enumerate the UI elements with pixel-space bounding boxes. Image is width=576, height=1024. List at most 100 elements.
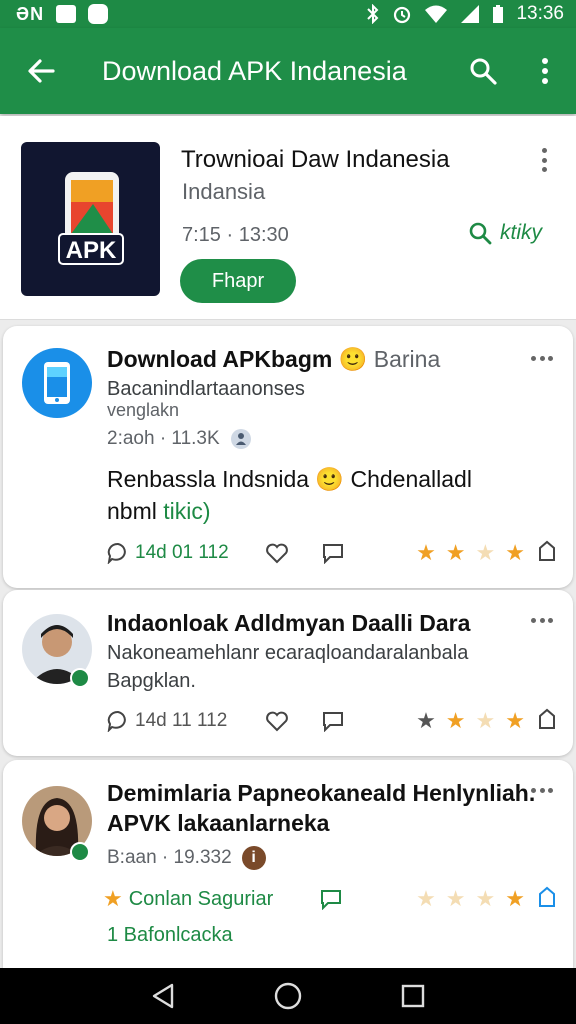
bookmark-button[interactable] — [537, 886, 557, 913]
star-icon: ★ — [416, 886, 436, 911]
system-nav-bar — [0, 968, 576, 1024]
status-bar: ƏN 13:36 — [0, 0, 576, 28]
nav-recents-button[interactable] — [389, 972, 437, 1020]
bookmark-icon — [539, 886, 555, 907]
bookmark-button[interactable] — [537, 708, 557, 735]
post-more-button[interactable] — [531, 356, 553, 362]
comment-count: 14d 11 112 — [135, 710, 228, 731]
verified-badge-icon — [70, 668, 90, 688]
post-author-extra: Barina — [373, 346, 441, 372]
post-actions: ★ Conlan Saguriar ★ ★ ★ ★ — [103, 884, 557, 914]
star-icon: ★ — [103, 886, 123, 911]
comment-button[interactable]: 14d 01 112 — [107, 542, 249, 564]
square-recents-icon — [402, 984, 425, 1008]
post-body-1: Renbassla Indsnida 🙂 Chdenalladl — [107, 466, 472, 493]
rating-stars: ★ ★ ★ ★ — [416, 710, 525, 732]
smile-emoji-icon: 🙂 — [315, 466, 345, 492]
app-icon[interactable]: APK — [21, 142, 160, 296]
more-vert-icon — [542, 58, 548, 84]
star-icon: ★ — [445, 886, 466, 911]
post-body-text: Renbassla Indsnida — [107, 466, 310, 492]
app-bar-title: Download APK Indanesia — [102, 55, 407, 86]
post-author-name-2: APVK lakaanlarneka — [107, 810, 330, 836]
bluetooth-icon — [367, 4, 379, 24]
post-card: Download APKbagm 🙂 Barina Bacanindlartaa… — [3, 326, 573, 588]
post-card: Demimlaria Papneokaneald Henlynliah. APV… — [3, 760, 573, 968]
arrow-back-icon — [28, 59, 55, 83]
info-icon: i — [241, 846, 266, 870]
post-meta-text: 2:aoh · 11.3K — [107, 428, 220, 449]
wifi-icon — [425, 5, 448, 23]
post-line-2: venglakn — [107, 400, 180, 420]
signal-icon — [461, 5, 480, 23]
chat-icon — [323, 712, 343, 732]
post-actions: 14d 01 112 ★ ★ ★ ★ — [107, 538, 557, 568]
post-link-label: Conlan Saguriar — [128, 887, 274, 910]
status-time: 13:36 — [516, 3, 564, 24]
star-icon: ★ — [475, 886, 496, 911]
post-author: Download APKbagm 🙂 Barina — [107, 346, 440, 373]
app-notification-icon — [88, 4, 109, 24]
app-search-link[interactable]: ktiky — [468, 221, 542, 245]
install-button[interactable]: Fhapr — [180, 259, 296, 303]
avatar[interactable] — [22, 348, 92, 418]
chat-icon — [323, 544, 343, 564]
post-actions: 14d 11 112 ★ ★ ★ ★ — [107, 706, 557, 736]
notification-icon-text: ƏN — [16, 3, 45, 24]
rating-stars: ★ ★ ★ ★ — [416, 888, 525, 910]
post-body-extra: Chdenalladl — [350, 466, 472, 492]
back-button[interactable] — [0, 28, 82, 114]
circle-home-icon — [274, 982, 302, 1010]
comment-icon — [107, 542, 126, 564]
post-line-1: Bacanindlartaanonses — [107, 378, 305, 400]
verified-badge-icon — [70, 842, 90, 862]
nav-home-button[interactable] — [264, 972, 312, 1020]
star-icon: ★ — [475, 540, 496, 565]
bookmark-icon — [539, 540, 555, 561]
post-body-link[interactable]: tikic) — [163, 498, 210, 524]
share-button[interactable] — [305, 710, 361, 732]
user-icon — [230, 429, 251, 449]
share-button[interactable] — [305, 542, 361, 564]
post-meta: 2:aoh · 11.3K — [107, 428, 252, 450]
alarm-icon — [394, 6, 411, 24]
chat-icon — [321, 890, 341, 910]
post-line-2: Bapgklan. — [107, 670, 196, 692]
post-card: Indaonloak Adldmyan Daalli Dara Nakoneam… — [3, 590, 573, 756]
star-icon: ★ — [445, 540, 466, 565]
phone-icon — [44, 362, 70, 404]
rating-stars: ★ ★ ★ ★ — [416, 542, 525, 564]
overflow-menu-button[interactable] — [514, 28, 576, 114]
star-icon: ★ — [445, 708, 466, 733]
star-icon: ★ — [505, 886, 525, 911]
triangle-back-icon — [152, 983, 173, 1009]
app-more-button[interactable] — [534, 148, 554, 172]
post-body-2: nbml tikic) — [107, 498, 211, 525]
post-meta-text: B:aan · 19.332 — [107, 847, 232, 868]
search-button[interactable] — [452, 28, 514, 114]
search-icon — [470, 58, 497, 85]
app-subtitle: Indansia — [182, 179, 266, 204]
app-meta: 7:15 · 13:30 — [182, 224, 289, 246]
star-icon: ★ — [416, 708, 436, 733]
post-author-name: Demimlaria Papneokaneald Henlynliah. — [107, 780, 536, 806]
comment-count: 14d 01 112 — [135, 542, 229, 563]
post-more-button[interactable] — [531, 618, 553, 624]
heart-icon — [266, 543, 288, 564]
star-icon: ★ — [505, 708, 525, 733]
comment-button[interactable]: 14d 11 112 — [107, 710, 249, 732]
like-button[interactable] — [249, 710, 305, 732]
post-link[interactable]: ★ Conlan Saguriar — [103, 888, 303, 911]
search-icon — [469, 222, 492, 245]
post-author-name: Indaonloak Adldmyan Daalli Dara — [107, 610, 471, 636]
app-header-card: APK Trownioai Daw Indanesia Indansia 7:1… — [0, 116, 576, 320]
battery-icon — [493, 5, 504, 23]
bookmark-button[interactable] — [537, 540, 557, 567]
like-button[interactable] — [249, 542, 305, 564]
nav-back-button[interactable] — [139, 972, 187, 1020]
app-link-label: ktiky — [500, 221, 542, 244]
smile-emoji-icon: 🙂 — [338, 346, 368, 372]
post-link-2[interactable]: 1 Bafonlcacka — [107, 924, 233, 947]
image-notification-icon — [56, 5, 77, 23]
share-button[interactable] — [303, 888, 359, 910]
